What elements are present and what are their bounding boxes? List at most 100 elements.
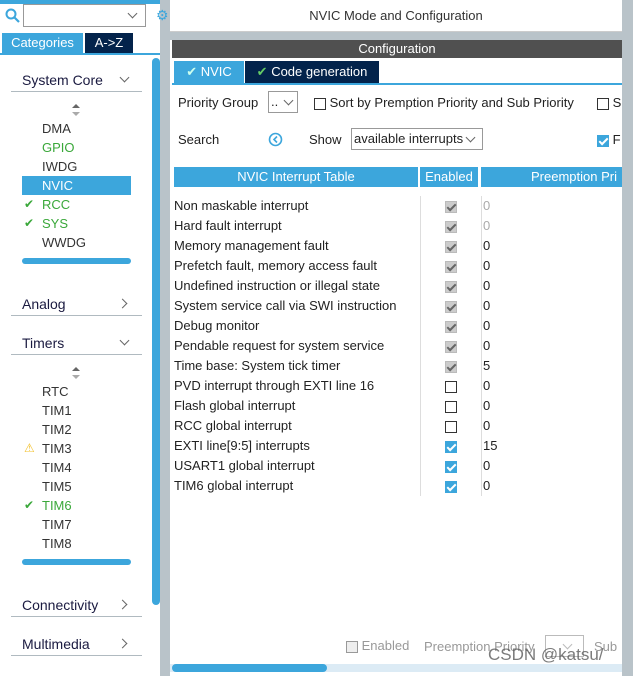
search-combo[interactable] — [23, 4, 146, 27]
table-row[interactable]: Non maskable interrupt 0 — [174, 196, 622, 216]
preemption-priority[interactable]: 0 — [481, 456, 621, 476]
list-item-dma[interactable]: DMA — [22, 119, 131, 138]
column-header-enabled[interactable]: Enabled — [420, 167, 478, 187]
list-item-tim5[interactable]: TIM5 — [22, 477, 131, 496]
preemption-priority[interactable]: 0 — [481, 476, 621, 496]
table-row[interactable]: EXTI line[9:5] interrupts 15 — [174, 436, 622, 456]
enabled-checkbox[interactable] — [444, 480, 457, 493]
section-system-core[interactable]: System Core — [11, 68, 142, 92]
enabled-checkbox — [444, 240, 457, 253]
checkbox[interactable] — [597, 134, 609, 147]
enabled-checkbox[interactable] — [444, 440, 457, 453]
preemption-priority[interactable]: 15 — [481, 436, 621, 456]
preemption-priority[interactable]: 0 — [481, 376, 621, 396]
footer-enabled[interactable]: Enabled — [346, 638, 409, 653]
list-item-tim3[interactable]: ⚠ TIM3 — [22, 439, 131, 458]
list-item-tim1[interactable]: TIM1 — [22, 401, 131, 420]
preemption-priority[interactable]: 0 — [481, 416, 621, 436]
tab-code-generation[interactable]: ✔ Code generation — [245, 61, 379, 83]
extra-checkbox-2[interactable]: F — [597, 132, 621, 147]
horizontal-scrollbar[interactable] — [22, 258, 131, 264]
preemption-priority[interactable]: 0 — [481, 196, 621, 216]
table-row[interactable]: System service call via SWI instruction 0 — [174, 296, 622, 316]
list-item-tim7[interactable]: TIM7 — [22, 515, 131, 534]
list-item-rcc[interactable]: ✔ RCC — [22, 195, 131, 214]
table-row[interactable]: Memory management fault 0 — [174, 236, 622, 256]
table-row[interactable]: Prefetch fault, memory access fault 0 — [174, 256, 622, 276]
horizontal-scrollbar-thumb[interactable] — [172, 664, 327, 672]
tab-nvic[interactable]: ✔ NVIC — [174, 61, 244, 83]
tab-underline — [172, 83, 622, 85]
enabled-checkbox[interactable] — [444, 400, 457, 413]
select-value: .. — [271, 94, 279, 109]
enabled-cell — [420, 416, 480, 436]
section-analog[interactable]: Analog — [11, 292, 142, 316]
gear-icon[interactable]: ⚙ — [156, 7, 169, 24]
panel-title: NVIC Mode and Configuration — [170, 0, 622, 32]
preemption-priority[interactable]: 0 — [481, 256, 621, 276]
sort-checkbox[interactable]: Sort by Premption Priority and Sub Prior… — [314, 95, 574, 110]
list-item-wwdg[interactable]: WWDG — [22, 233, 131, 252]
extra-checkbox[interactable]: S — [597, 95, 621, 110]
priority-group-select[interactable]: .. — [268, 91, 298, 113]
show-select[interactable]: available interrupts — [351, 128, 483, 150]
table-row[interactable]: Debug monitor 0 — [174, 316, 622, 336]
enabled-checkbox[interactable] — [444, 380, 457, 393]
table-row[interactable]: USART1 global interrupt 0 — [174, 456, 622, 476]
sort-icon[interactable] — [72, 104, 80, 116]
preemption-priority[interactable]: 0 — [481, 216, 621, 236]
table-row[interactable]: RCC global interrupt 0 — [174, 416, 622, 436]
column-header-name[interactable]: NVIC Interrupt Table — [174, 167, 418, 187]
table-row[interactable]: Flash global interrupt 0 — [174, 396, 622, 416]
section-label: System Core — [22, 72, 103, 88]
list-item-sys[interactable]: ✔ SYS — [22, 214, 131, 233]
enabled-cell — [420, 316, 480, 336]
checkbox[interactable] — [314, 97, 326, 110]
preemption-priority[interactable]: 0 — [481, 396, 621, 416]
list-item-rtc[interactable]: RTC — [22, 382, 131, 401]
table-row[interactable]: Hard fault interrupt 0 — [174, 216, 622, 236]
vertical-scrollbar[interactable] — [152, 58, 160, 605]
table-row[interactable]: Pendable request for system service 0 — [174, 336, 622, 356]
preemption-priority[interactable]: 0 — [481, 316, 621, 336]
tab-a-z[interactable]: A->Z — [85, 33, 133, 53]
tab-categories[interactable]: Categories — [2, 33, 83, 53]
enabled-checkbox[interactable] — [444, 460, 457, 473]
section-label: Multimedia — [22, 636, 90, 652]
list-item-tim2[interactable]: TIM2 — [22, 420, 131, 439]
enabled-checkbox[interactable] — [444, 420, 457, 433]
horizontal-scrollbar[interactable] — [22, 559, 131, 565]
list-item-tim6[interactable]: ✔ TIM6 — [22, 496, 131, 515]
preemption-priority[interactable]: 0 — [481, 276, 621, 296]
interrupt-name: Undefined instruction or illegal state — [174, 278, 380, 293]
search-icon[interactable] — [5, 8, 21, 24]
enabled-cell — [420, 336, 480, 356]
column-header-preemption[interactable]: Preemption Pri — [481, 167, 622, 187]
tab-label: NVIC — [200, 64, 232, 79]
list-item-tim8[interactable]: TIM8 — [22, 534, 131, 553]
checkbox[interactable] — [597, 97, 609, 110]
table-row[interactable]: TIM6 global interrupt 0 — [174, 476, 622, 496]
list-item-nvic[interactable]: NVIC — [22, 176, 131, 195]
table-row[interactable]: Undefined instruction or illegal state 0 — [174, 276, 622, 296]
list-item-tim4[interactable]: TIM4 — [22, 458, 131, 477]
sort-icon[interactable] — [72, 367, 80, 379]
preemption-priority[interactable]: 0 — [481, 296, 621, 316]
list-item-gpio[interactable]: GPIO — [22, 138, 131, 157]
search-back-icon[interactable] — [268, 132, 283, 147]
section-connectivity[interactable]: Connectivity — [11, 593, 142, 617]
list-item-iwdg[interactable]: IWDG — [22, 157, 131, 176]
interrupt-name: Debug monitor — [174, 318, 260, 333]
item-label: RCC — [42, 197, 71, 212]
interrupt-name: Flash global interrupt — [174, 398, 296, 413]
table-row[interactable]: Time base: System tick timer 5 — [174, 356, 622, 376]
interrupt-name: Memory management fault — [174, 238, 329, 253]
preemption-priority[interactable]: 0 — [481, 236, 621, 256]
preemption-priority[interactable]: 5 — [481, 356, 621, 376]
section-timers[interactable]: Timers — [11, 331, 142, 355]
table-row[interactable]: PVD interrupt through EXTI line 16 0 — [174, 376, 622, 396]
check-circle-icon: ✔ — [256, 64, 268, 79]
checkbox[interactable] — [346, 640, 358, 653]
section-multimedia[interactable]: Multimedia — [11, 632, 142, 656]
preemption-priority[interactable]: 0 — [481, 336, 621, 356]
